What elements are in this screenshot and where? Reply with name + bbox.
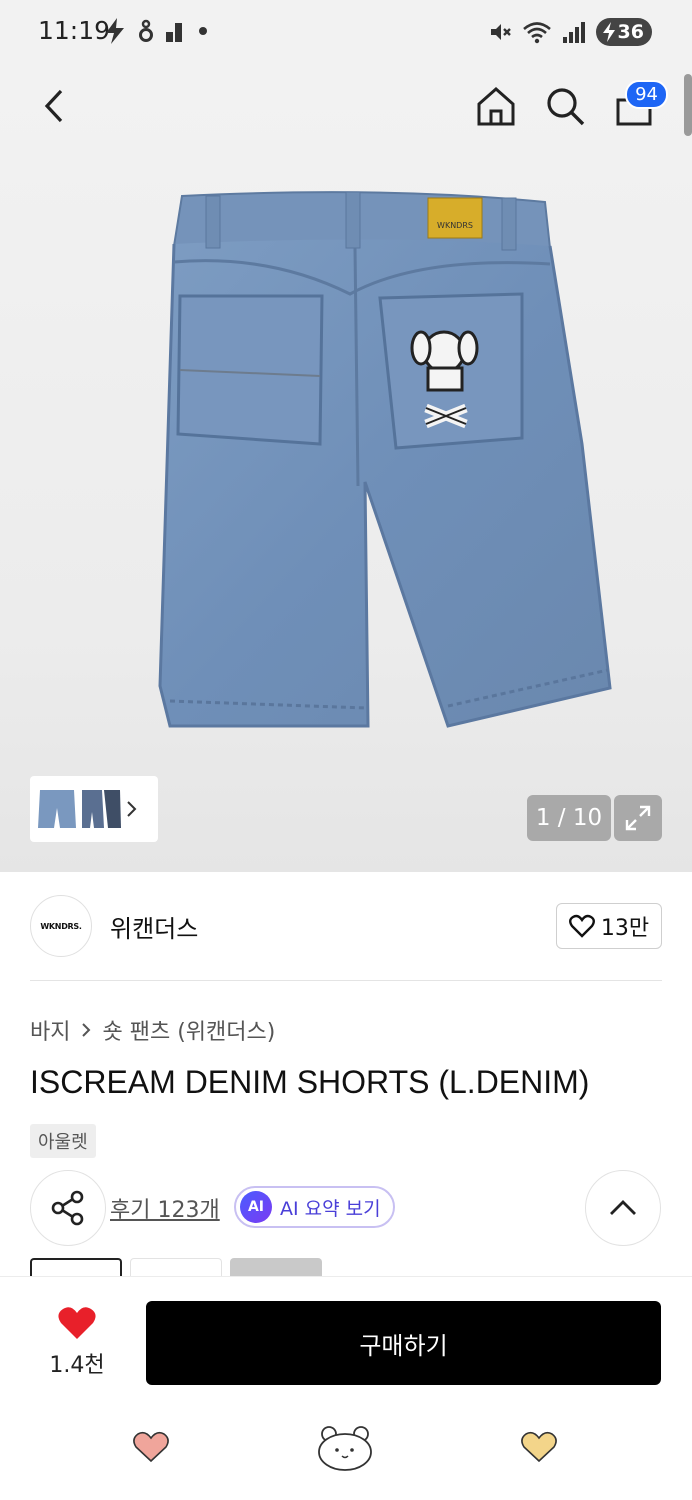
lock-person-icon (139, 19, 153, 42)
svg-text:WKNDRS: WKNDRS (437, 221, 473, 230)
ai-summary-label: AI 요약 보기 (280, 1197, 381, 1220)
option-tabs-partial (30, 1258, 322, 1276)
share-icon (51, 1190, 84, 1226)
status-bar: 11:19 36 (0, 0, 692, 64)
ai-badge: AI (240, 1191, 272, 1223)
bottom-purchase-bar: 1.4천 구매하기 (0, 1276, 692, 1400)
home-button[interactable] (468, 78, 524, 134)
expand-icon (625, 805, 651, 831)
heart-filled-icon (58, 1307, 96, 1339)
breadcrumb-item-pants[interactable]: 바지 (30, 1014, 70, 1046)
chevron-up-icon (610, 1200, 636, 1215)
status-left-icons (104, 18, 208, 44)
status-right-icons: 36 (488, 18, 652, 46)
heart-pink-icon[interactable] (132, 1430, 170, 1464)
wifi-icon (522, 22, 551, 44)
search-icon (547, 88, 585, 126)
system-navigation (0, 1400, 692, 1500)
chevron-left-icon (44, 89, 63, 123)
product-image[interactable]: WKNDRS (150, 186, 620, 746)
heart-yellow-icon[interactable] (520, 1430, 558, 1464)
top-nav: 94 (0, 64, 692, 148)
thumbnail-shorts-dark[interactable] (80, 786, 122, 832)
divider (30, 980, 662, 981)
cart-button[interactable]: 94 (606, 78, 668, 134)
battery-icon: 36 (595, 18, 652, 46)
product-title: ISCREAM DENIM SHORTS (L.DENIM) (30, 1064, 590, 1100)
ai-summary-button[interactable]: AI AI 요약 보기 (234, 1186, 395, 1228)
cart-count-badge: 94 (625, 80, 668, 109)
cell-signal-icon (562, 22, 585, 43)
buy-button[interactable]: 구매하기 (146, 1301, 661, 1385)
brand-logo[interactable]: WKNDRS. (30, 895, 92, 957)
bolt-icon (106, 18, 124, 44)
heart-outline-icon (568, 914, 595, 938)
review-link[interactable]: 후기 123개 (110, 1192, 220, 1224)
breadcrumb: 바지 숏 팬츠 (위캔더스) (30, 1014, 275, 1046)
thumbnail-strip[interactable] (30, 776, 158, 842)
brand-name[interactable]: 위캔더스 (110, 909, 198, 944)
scroll-up-button[interactable] (585, 1170, 661, 1246)
thumbnail-shorts-light[interactable] (36, 786, 78, 832)
option-tab[interactable] (130, 1258, 222, 1276)
breadcrumb-item-shorts[interactable]: 숏 팬츠 (위캔더스) (102, 1014, 275, 1046)
search-button[interactable] (537, 78, 593, 134)
scrollbar-thumb[interactable] (684, 74, 692, 136)
brand-like-count: 13만 (600, 916, 650, 941)
mute-icon (490, 24, 511, 40)
wish-count: 1.4천 (49, 1353, 105, 1378)
battery-level: 36 (617, 21, 644, 43)
wish-button[interactable]: 1.4천 (40, 1305, 114, 1379)
option-tab[interactable] (230, 1258, 322, 1276)
dot-icon (199, 27, 207, 35)
page-indicator: 1 / 10 (527, 795, 611, 841)
outlet-tag: 아울렛 (30, 1124, 96, 1158)
back-button[interactable] (26, 78, 82, 134)
brand-like-button[interactable]: 13만 (556, 903, 662, 949)
chevron-right-icon (127, 801, 137, 817)
home-icon (477, 86, 515, 126)
signal-bars-icon (166, 23, 182, 42)
brand-row[interactable]: WKNDRS. 위캔더스 13만 (30, 895, 662, 959)
option-tab[interactable] (30, 1258, 122, 1276)
share-button[interactable] (30, 1170, 106, 1246)
expand-button[interactable] (614, 795, 662, 841)
chevron-right-icon (82, 1023, 91, 1037)
bear-face-icon[interactable] (316, 1422, 374, 1472)
status-time: 11:19 (38, 16, 111, 45)
